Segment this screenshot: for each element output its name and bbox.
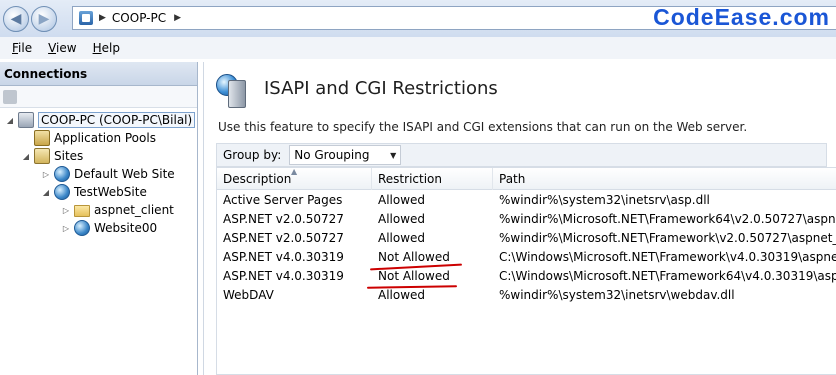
cell-restriction: Allowed	[378, 192, 426, 207]
column-header-path[interactable]: Path	[493, 168, 836, 190]
globe-icon	[74, 220, 90, 236]
chevron-right-icon[interactable]: ▶	[99, 13, 106, 23]
column-header-description[interactable]: ▲ Description	[217, 168, 372, 190]
isapi-cgi-icon	[216, 72, 250, 108]
collapse-icon[interactable]: ◢	[40, 188, 52, 197]
folder-icon	[74, 205, 90, 217]
connections-header: Connections	[0, 62, 197, 86]
cell-description: ASP.NET v2.0.50727	[223, 211, 344, 226]
menu-help[interactable]: Help	[85, 39, 128, 57]
group-by-select[interactable]: No Grouping ▼	[289, 145, 402, 165]
cell-restriction: Not Allowed	[378, 249, 450, 264]
forward-arrow-icon: ▶	[38, 11, 50, 27]
feature-pane: ISAPI and CGI Restrictions Use this feat…	[203, 62, 836, 375]
tree-node-app-pools[interactable]: Application Pools	[20, 129, 156, 147]
tree-node-sites[interactable]: ◢ Sites	[20, 147, 83, 165]
table-row[interactable]: ASP.NET v2.0.50727 Allowed %windir%\Micr…	[217, 209, 836, 228]
cell-path: C:\Windows\Microsoft.NET\Framework\v4.0.…	[499, 249, 836, 264]
table-header: ▲ Description Restriction Path	[217, 168, 836, 190]
tree-node-default-web-site[interactable]: ▷ Default Web Site	[40, 165, 175, 183]
globe-icon	[54, 184, 70, 200]
page-title: ISAPI and CGI Restrictions	[264, 78, 498, 99]
sites-icon	[34, 148, 50, 164]
cell-description: ASP.NET v2.0.50727	[223, 230, 344, 245]
connect-icon[interactable]	[3, 90, 17, 104]
menu-view[interactable]: View	[40, 39, 84, 57]
expand-icon[interactable]: ▷	[60, 224, 72, 233]
back-button[interactable]: ◀	[3, 6, 29, 32]
cell-restriction: Allowed	[378, 211, 426, 226]
cell-description: ASP.NET v4.0.30319	[223, 268, 344, 283]
address-bar-area: ◀ ▶ ▶ COOP-PC ▶ CodeEase.com	[0, 0, 836, 37]
cell-path: %windir%\system32\inetsrv\asp.dll	[499, 192, 710, 207]
back-arrow-icon: ◀	[10, 11, 22, 27]
computer-icon	[79, 11, 93, 25]
table-row[interactable]: WebDAV Allowed %windir%\system32\inetsrv…	[217, 285, 836, 304]
cell-restriction: Allowed	[378, 230, 426, 245]
forward-button[interactable]: ▶	[31, 6, 57, 32]
dropdown-arrow-icon: ▼	[390, 150, 397, 160]
cell-description: ASP.NET v4.0.30319	[223, 249, 344, 264]
connections-toolbar	[0, 86, 197, 108]
menu-bar: File View Help	[0, 37, 836, 59]
collapse-icon[interactable]: ◢	[20, 152, 32, 161]
chevron-right-icon[interactable]: ▶	[174, 13, 181, 23]
expand-icon[interactable]: ▷	[60, 206, 72, 215]
tree-node-website00[interactable]: ▷ Website00	[60, 219, 157, 237]
menu-file[interactable]: File	[4, 39, 40, 57]
app-pool-icon	[34, 130, 50, 146]
column-header-restriction[interactable]: Restriction	[372, 168, 493, 190]
cell-path: C:\Windows\Microsoft.NET\Framework64\v4.…	[499, 268, 836, 283]
table-row[interactable]: ASP.NET v2.0.50727 Allowed %windir%\Micr…	[217, 228, 836, 247]
tree-node-server[interactable]: ◢ COOP-PC (COOP-PC\Bilal)	[4, 111, 196, 129]
collapse-icon[interactable]: ◢	[4, 116, 16, 125]
table-row[interactable]: ASP.NET v4.0.30319 Not Allowed C:\Window…	[217, 266, 836, 285]
tree-node-aspnet-client[interactable]: ▷ aspnet_client	[60, 201, 174, 219]
sort-ascending-icon: ▲	[291, 167, 298, 176]
expand-icon[interactable]: ▷	[40, 170, 52, 179]
table-row[interactable]: Active Server Pages Allowed %windir%\sys…	[217, 190, 836, 209]
group-by-label: Group by:	[223, 148, 282, 162]
group-by-bar: Group by: No Grouping ▼	[216, 143, 827, 167]
cell-path: %windir%\Microsoft.NET\Framework64\v2.0.…	[499, 211, 836, 226]
feature-description: Use this feature to specify the ISAPI an…	[218, 120, 748, 134]
address-crumb[interactable]: COOP-PC	[112, 11, 166, 25]
server-icon	[18, 112, 34, 128]
restrictions-table: ▲ Description Restriction Path Active Se…	[216, 167, 836, 375]
cell-path: %windir%\Microsoft.NET\Framework\v2.0.50…	[499, 230, 836, 245]
cell-path: %windir%\system32\inetsrv\webdav.dll	[499, 287, 735, 302]
tree-node-testwebsite[interactable]: ◢ TestWebSite	[40, 183, 147, 201]
watermark: CodeEase.com	[653, 4, 830, 30]
globe-icon	[54, 166, 70, 182]
connections-pane: Connections ◢ COOP-PC (COOP-PC\Bilal) Ap…	[0, 62, 198, 375]
cell-description: Active Server Pages	[223, 192, 343, 207]
cell-description: WebDAV	[223, 287, 274, 302]
table-row[interactable]: ASP.NET v4.0.30319 Not Allowed C:\Window…	[217, 247, 836, 266]
